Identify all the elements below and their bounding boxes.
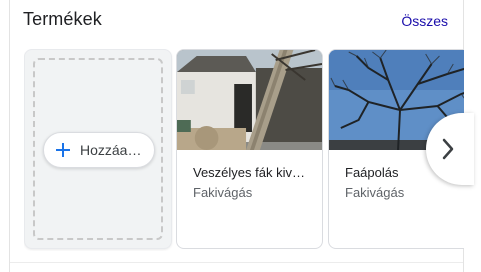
- chevron-right-icon: [442, 138, 454, 160]
- add-product-label: Hozzáa…: [80, 142, 142, 158]
- products-carousel: Hozzáa… Veszélyes fák kiv… Fakivágás Faá…: [24, 49, 464, 251]
- add-product-button[interactable]: Hozzáa…: [43, 132, 155, 168]
- product-image: [177, 50, 322, 150]
- add-product-card: Hozzáa…: [24, 49, 172, 249]
- plus-icon: [56, 143, 70, 157]
- product-name: Veszélyes fák kiv…: [193, 165, 305, 180]
- product-category: Fakivágás: [345, 185, 405, 200]
- section-title: Termékek: [23, 9, 102, 29]
- bottom-divider: [10, 262, 463, 263]
- panel-border-left: [9, 0, 10, 272]
- product-category: Fakivágás: [193, 185, 253, 200]
- product-card[interactable]: Veszélyes fák kiv… Fakivágás: [176, 49, 323, 249]
- see-all-link[interactable]: Összes: [401, 13, 448, 29]
